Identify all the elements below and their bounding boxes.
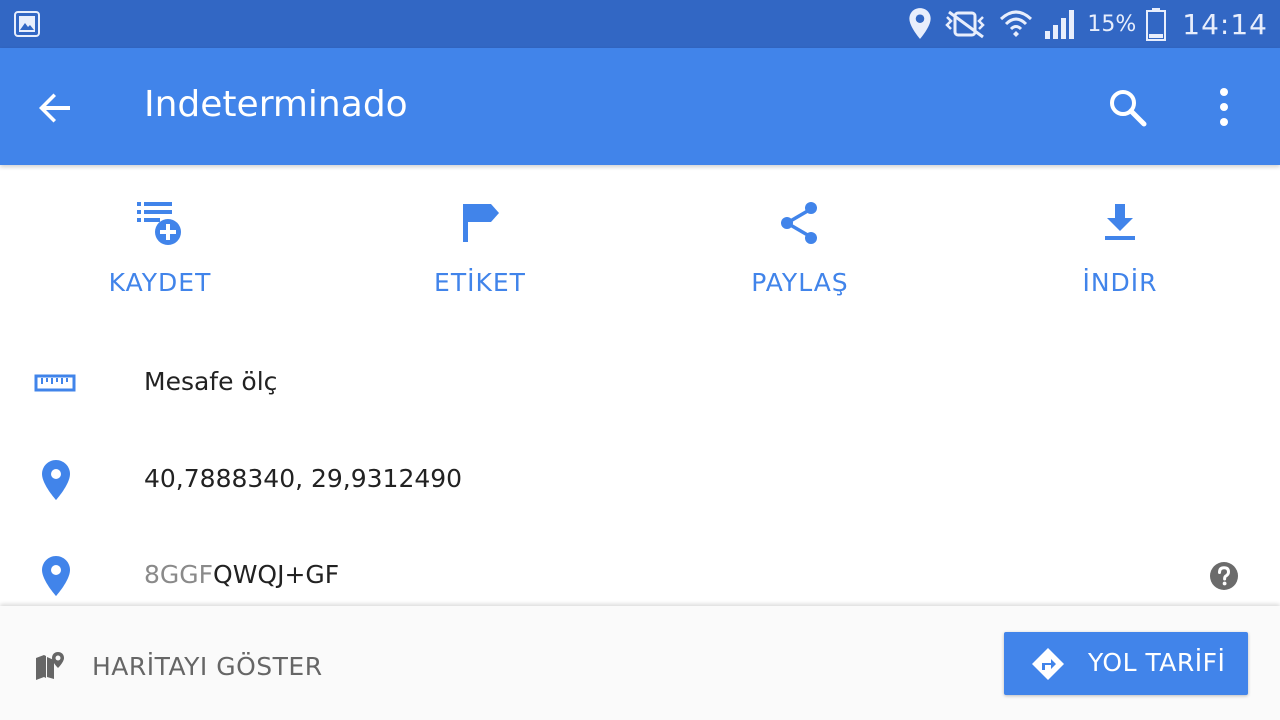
back-arrow-icon[interactable] — [36, 88, 76, 128]
battery-icon — [1146, 8, 1167, 41]
directions-button[interactable]: YOL TARİFİ — [1004, 632, 1248, 695]
flag-icon — [463, 204, 499, 242]
download-icon — [1105, 204, 1135, 240]
save-label: KAYDET — [108, 268, 212, 297]
share-button[interactable]: PAYLAŞ — [640, 170, 960, 320]
status-bar: 15% 14:14 — [0, 0, 1280, 48]
ruler-icon — [34, 374, 76, 392]
coordinates-value: 40,7888340, 29,9312490 — [144, 464, 463, 493]
mute-vibrate-icon — [945, 10, 986, 39]
measure-distance-label: Mesafe ölç — [144, 367, 278, 396]
help-icon[interactable] — [1209, 561, 1239, 591]
battery-percent: 15% — [1087, 11, 1137, 37]
status-icons: 15% 14:14 — [907, 0, 1268, 48]
gallery-icon — [14, 11, 40, 37]
location-icon — [909, 8, 932, 39]
search-icon[interactable] — [1106, 86, 1148, 128]
download-button[interactable]: İNDİR — [960, 170, 1280, 320]
plus-code-prefix: 8GGF — [144, 560, 214, 589]
download-label: İNDİR — [1082, 268, 1158, 297]
app-bar: Indeterminado — [0, 48, 1280, 165]
action-row: KAYDET ETİKET PAYLAŞ İNDİR — [0, 170, 1280, 320]
more-vert-icon[interactable] — [1208, 86, 1240, 128]
measure-distance-row[interactable]: Mesafe ölç — [0, 336, 1280, 432]
plus-code-value: 8GGFQWQJ+GF — [144, 560, 339, 589]
page-title: Indeterminado — [144, 84, 408, 125]
directions-icon — [1032, 648, 1064, 680]
place-icon — [42, 460, 70, 500]
show-map-label: HARİTAYI GÖSTER — [92, 651, 323, 681]
coordinates-row[interactable]: 40,7888340, 29,9312490 — [0, 432, 1280, 528]
playlist-add-icon — [137, 202, 181, 245]
plus-code-code: QWQJ+GF — [213, 560, 340, 589]
share-label: PAYLAŞ — [751, 268, 849, 297]
place-icon — [42, 556, 70, 596]
signal-icon — [1045, 10, 1075, 39]
show-map-button[interactable]: HARİTAYI GÖSTER — [34, 646, 323, 686]
label-button[interactable]: ETİKET — [320, 170, 640, 320]
label-label: ETİKET — [434, 268, 526, 297]
share-icon — [781, 202, 817, 244]
clock: 14:14 — [1182, 7, 1268, 41]
directions-label: YOL TARİFİ — [1088, 648, 1226, 677]
map-icon — [36, 652, 64, 680]
save-button[interactable]: KAYDET — [0, 170, 320, 320]
wifi-icon — [1000, 10, 1033, 37]
bottom-bar: HARİTAYI GÖSTER YOL TARİFİ — [0, 606, 1280, 720]
